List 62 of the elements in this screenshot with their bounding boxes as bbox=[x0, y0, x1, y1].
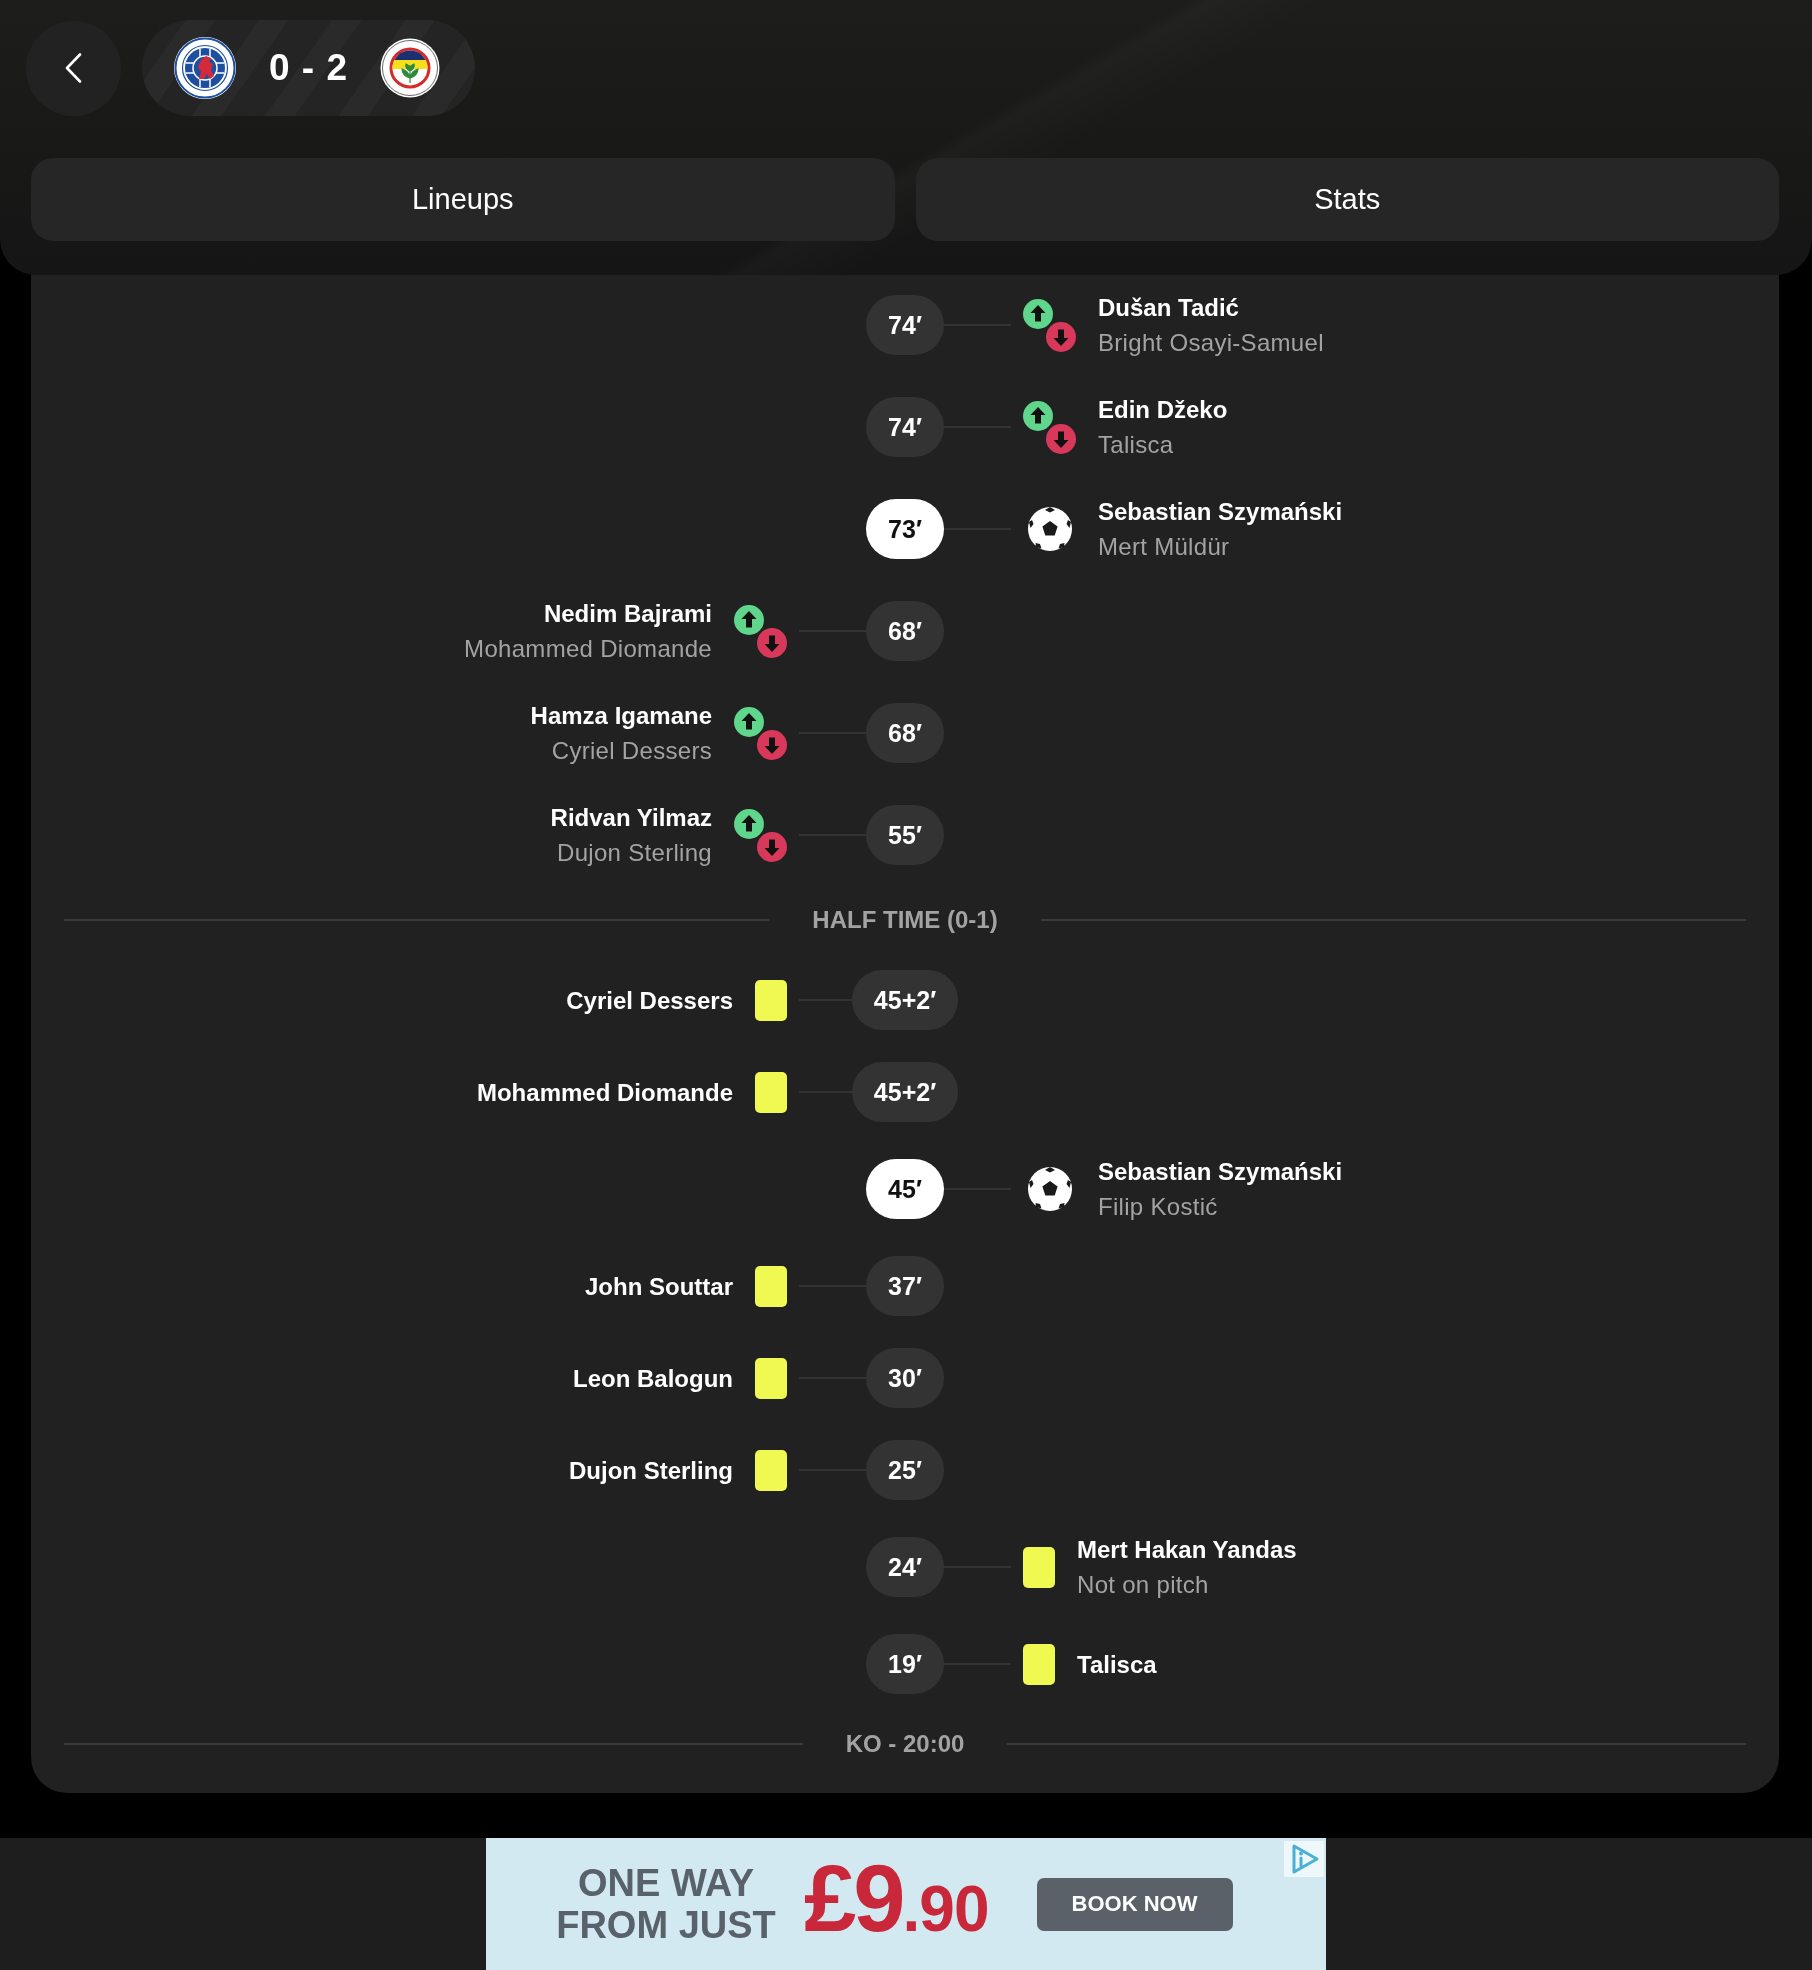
booking-card-icon bbox=[755, 1265, 787, 1307]
player-out-name: Cyriel Dessers bbox=[551, 736, 712, 766]
leaf-crest-icon bbox=[380, 38, 441, 98]
player-out-name: Dujon Sterling bbox=[557, 838, 712, 868]
minute-pill: 68′ bbox=[866, 703, 944, 763]
card-note: Not on pitch bbox=[1077, 1570, 1209, 1600]
minute-pill: 45′ bbox=[866, 1159, 944, 1219]
player-in-name: Edin Džeko bbox=[1098, 395, 1228, 425]
booked-player-name: Mohammed Diomande bbox=[476, 1077, 733, 1108]
minute-pill: 73′ bbox=[866, 499, 944, 559]
minute-pill: 45+2′ bbox=[851, 970, 959, 1030]
player-out-name: Talisca bbox=[1098, 430, 1174, 460]
period-label: KO - 20:00 bbox=[845, 1730, 965, 1758]
assist-name: Mert Müldür bbox=[1098, 532, 1230, 562]
section-button[interactable]: Lineups bbox=[31, 158, 895, 241]
substitution-icon bbox=[734, 706, 787, 760]
scorer-name: Sebastian Szymański bbox=[1098, 1157, 1343, 1187]
booking-card-icon bbox=[755, 979, 787, 1021]
period-label: HALF TIME (0-1) bbox=[812, 906, 998, 934]
minute-pill: 30′ bbox=[866, 1348, 944, 1408]
player-in-name: Hamza Igamane bbox=[530, 701, 712, 731]
booking-card-icon bbox=[755, 1357, 787, 1399]
match-score: 0 - 2 bbox=[269, 47, 349, 89]
player-out-name: Bright Osayi-Samuel bbox=[1098, 328, 1324, 358]
player-in-name: Nedim Bajrami bbox=[543, 599, 712, 629]
player-in-name: Ridvan Yilmaz bbox=[550, 803, 712, 833]
booked-player-name: Dujon Sterling bbox=[569, 1455, 733, 1486]
assist-name: Filip Kostić bbox=[1098, 1192, 1218, 1222]
scorer-name: Sebastian Szymański bbox=[1098, 497, 1343, 527]
booked-player-name: Leon Balogun bbox=[573, 1363, 733, 1394]
minute-pill: 37′ bbox=[866, 1256, 944, 1316]
lion-crest-icon bbox=[173, 36, 237, 100]
minute-pill: 68′ bbox=[866, 601, 944, 661]
minute-pill: 74′ bbox=[866, 295, 944, 355]
ad-headline: ONE WAY FROM JUST bbox=[555, 1862, 777, 1946]
booked-player-name: Cyriel Dessers bbox=[566, 985, 733, 1016]
substitution-icon bbox=[734, 604, 787, 658]
section-button[interactable]: Stats bbox=[915, 158, 1779, 241]
minute-pill: 74′ bbox=[866, 397, 944, 457]
booking-card-icon bbox=[755, 1071, 787, 1113]
substitution-icon bbox=[734, 808, 787, 862]
booking-card-icon bbox=[755, 1449, 787, 1491]
player-in-name: Dušan Tadić bbox=[1098, 293, 1239, 323]
substitution-icon bbox=[1023, 400, 1076, 454]
soccer-ball-icon bbox=[1027, 1167, 1072, 1211]
booked-player-name: Talisca bbox=[1077, 1649, 1157, 1680]
minute-pill: 55′ bbox=[866, 805, 944, 865]
booked-player-name: Mert Hakan Yandas bbox=[1077, 1535, 1297, 1565]
chevron-left-icon bbox=[65, 53, 82, 83]
book-now-button[interactable]: BOOK NOW bbox=[1036, 1877, 1233, 1931]
player-out-name: Mohammed Diomande bbox=[464, 634, 712, 664]
booking-card-icon bbox=[1023, 1546, 1055, 1588]
minute-pill: 45+2′ bbox=[851, 1062, 959, 1122]
minute-pill: 19′ bbox=[866, 1634, 944, 1694]
minute-pill: 25′ bbox=[866, 1440, 944, 1500]
booking-card-icon bbox=[1023, 1643, 1055, 1685]
score-pill[interactable]: 0 - 2 bbox=[142, 20, 476, 116]
soccer-ball-icon bbox=[1027, 507, 1072, 551]
booked-player-name: John Souttar bbox=[585, 1271, 733, 1302]
substitution-icon bbox=[1023, 298, 1076, 352]
ad-price: £9.90 bbox=[804, 1849, 989, 1953]
minute-pill: 24′ bbox=[866, 1537, 944, 1597]
